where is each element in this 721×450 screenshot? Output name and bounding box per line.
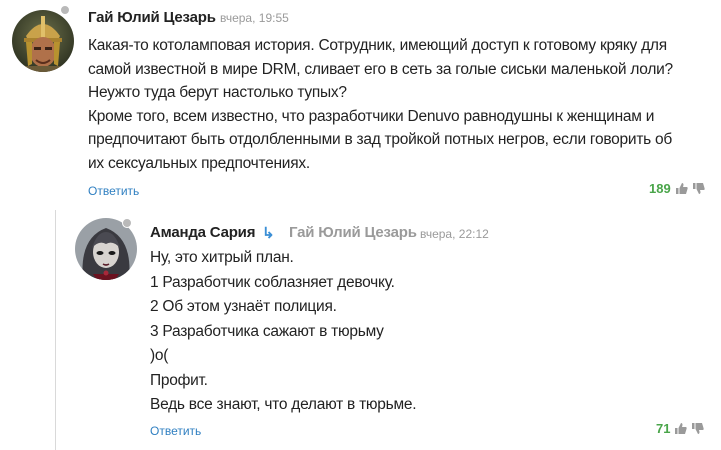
comment-2: Аманда Сария ↳ Гай Юлий Цезарь вчера, 22… [0, 210, 721, 450]
comment-time[interactable]: вчера, 19:55 [220, 11, 289, 25]
comment-line: Профит. [150, 371, 208, 389]
comment-line: 2 Об этом узнаёт полиция. [150, 298, 337, 315]
comment-line: )o( [150, 347, 169, 364]
comment-line: Ну, это хитрый план. [150, 249, 294, 266]
comment-1: Гай Юлий Цезарь вчера, 19:55 Какая-то ко… [0, 0, 721, 210]
comment-line: их сексуальных предпочтениях. [88, 154, 310, 172]
comment-line: 1 Разработчик соблазняет девочку. [150, 273, 395, 291]
thumbs-up-icon[interactable] [674, 422, 688, 435]
vote-score: 71 [656, 421, 671, 436]
thumbs-down-icon[interactable] [692, 182, 705, 195]
comment-line: 3 Разработчика сажают в тюрьму [150, 322, 384, 340]
comment-author[interactable]: Гай Юлий Цезарь [88, 9, 216, 26]
reply-to-author[interactable]: Гай Юлий Цезарь [289, 224, 417, 241]
online-status-dot [60, 5, 70, 15]
vote-widget: 189 [649, 181, 705, 196]
comment-line: Ведь все знают, что делают в тюрьме. [150, 396, 417, 413]
comment-body: Какая-то котоламповая история. Сотрудник… [88, 34, 673, 176]
roman-soldier-avatar-icon [12, 10, 74, 72]
thumbs-down-icon[interactable] [691, 422, 705, 435]
avatar[interactable] [12, 10, 74, 72]
vote-widget: 71 [656, 421, 705, 436]
comment-author[interactable]: Аманда Сария [150, 224, 255, 241]
reply-button[interactable]: Ответить [150, 424, 201, 438]
comment-line: Кроме того, всем известно, что разработч… [88, 107, 655, 125]
comment-line: Неужто туда берут настолько тупых? [88, 84, 347, 102]
vote-score: 189 [649, 181, 671, 196]
comment-line: самой известной в мире DRM, сливает его … [88, 60, 673, 78]
comment-body: Ну, это хитрый план. 1 Разработчик собла… [150, 246, 417, 418]
online-status-dot [122, 218, 132, 228]
comment-line: предпочитают быть отдолбленными в зад тр… [88, 131, 673, 149]
comment-line: Какая-то котоламповая история. Сотрудник… [88, 37, 667, 54]
reply-arrow-icon: ↳ [262, 225, 275, 242]
reply-button[interactable]: Ответить [88, 184, 139, 198]
comment-time[interactable]: вчера, 22:12 [420, 227, 489, 241]
thumbs-up-icon[interactable] [675, 182, 688, 195]
